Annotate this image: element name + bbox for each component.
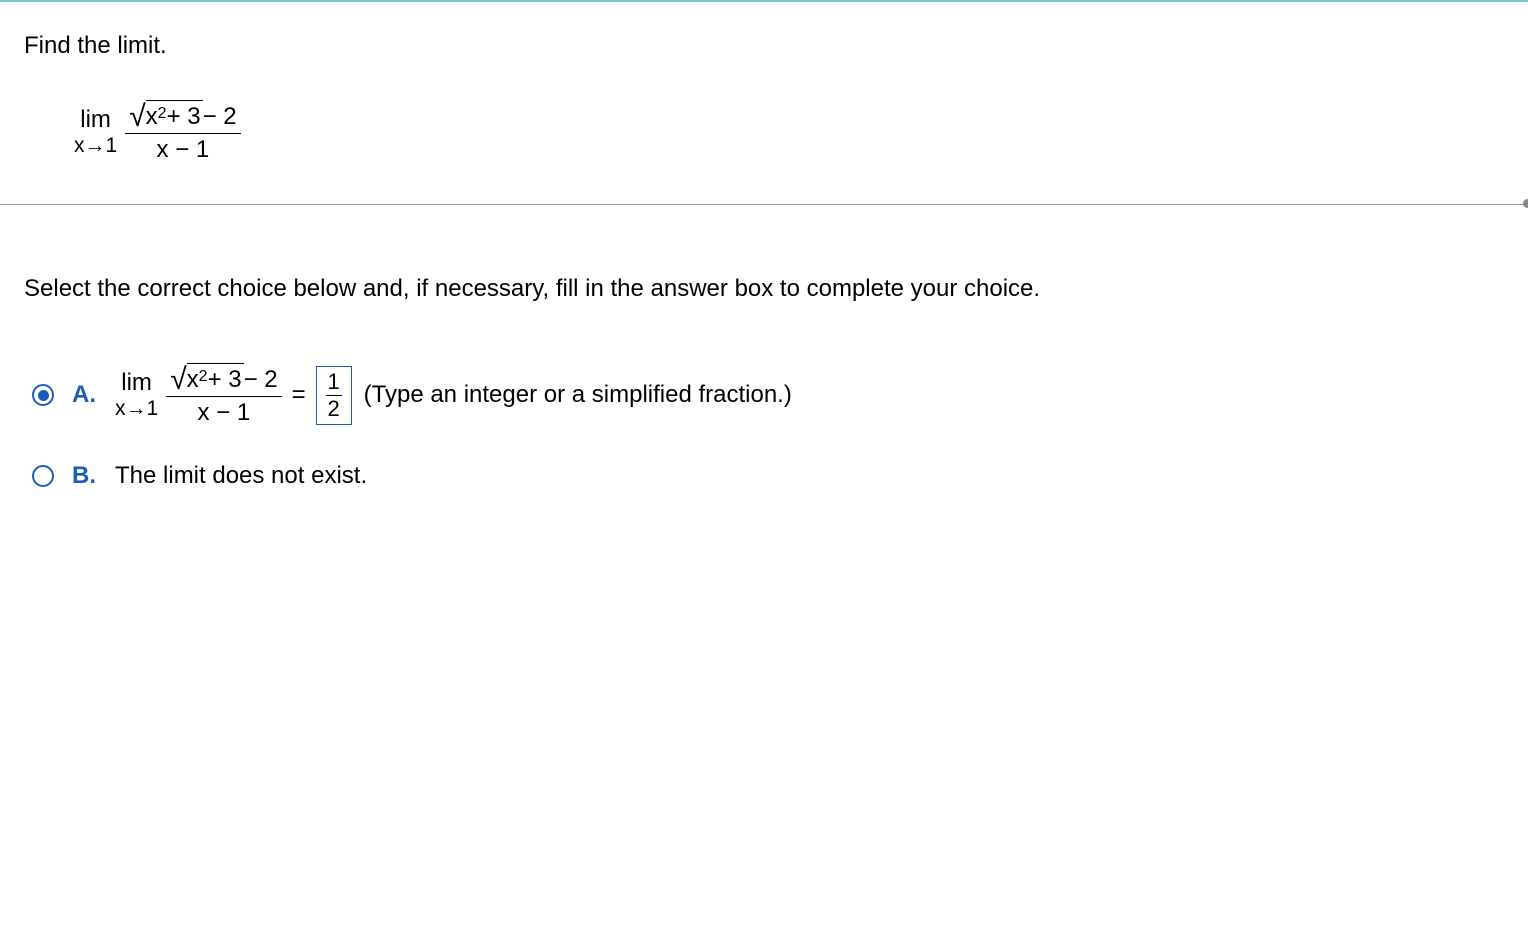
- limit-expression: lim x→1 √ x2 + 3 − 2 x − 1: [74, 100, 241, 164]
- choice-a-lim-approach: x→1: [115, 397, 158, 420]
- choice-a-sqrt-exp: 2: [199, 368, 208, 386]
- choice-a-lim-text: lim: [121, 370, 152, 396]
- sqrt-tail: + 3: [167, 103, 201, 131]
- sqrt-sign: √: [129, 102, 145, 133]
- answer-area: Select the correct choice below and, if …: [0, 205, 1528, 555]
- choice-a-denominator: x − 1: [194, 397, 255, 427]
- limit-operator: lim x→1: [74, 107, 117, 156]
- choices-group: A. lim x→1 √ x2 + 3: [32, 363, 1504, 490]
- sqrt-exponent: 2: [158, 105, 167, 123]
- sqrt-content: x2 + 3: [146, 100, 203, 131]
- answer-hint: (Type an integer or a simplified fractio…: [364, 381, 792, 409]
- radio-choice-b[interactable]: [32, 465, 54, 487]
- numerator-tail: − 2: [203, 103, 237, 131]
- section-divider: [0, 204, 1528, 205]
- choice-a-fraction: √ x2 + 3 − 2 x − 1: [166, 363, 281, 427]
- limit-fraction: √ x2 + 3 − 2 x − 1: [125, 100, 240, 164]
- choice-a-sqrt-sign: √: [170, 365, 186, 396]
- choice-a-sqrt-tail: + 3: [208, 366, 242, 394]
- choice-a-num-tail: − 2: [244, 366, 278, 394]
- question-prompt: Find the limit.: [24, 32, 1504, 60]
- answer-numerator: 1: [328, 371, 340, 395]
- choice-a-content: lim x→1 √ x2 + 3 − 2: [115, 363, 792, 427]
- answer-denominator: 2: [328, 396, 340, 420]
- choice-a-sqrt-content: x2 + 3: [187, 363, 244, 394]
- instruction-text: Select the correct choice below and, if …: [24, 275, 1504, 303]
- choice-b-label: B.: [72, 462, 97, 490]
- divider-handle[interactable]: [1523, 199, 1528, 208]
- sqrt-expression: √ x2 + 3: [129, 100, 202, 131]
- answer-input-box[interactable]: 1 2: [316, 366, 352, 425]
- answer-fraction: 1 2: [326, 371, 342, 420]
- choice-a-limit: lim x→1 √ x2 + 3 − 2: [115, 363, 282, 427]
- choice-a-label: A.: [72, 381, 97, 409]
- equals-sign: =: [292, 381, 306, 409]
- choice-b-row: B. The limit does not exist.: [32, 462, 1504, 490]
- fraction-numerator: √ x2 + 3 − 2: [125, 100, 240, 133]
- lim-approach: x→1: [74, 134, 117, 157]
- choice-a-numerator: √ x2 + 3 − 2: [166, 363, 281, 396]
- choice-a-sqrt-base: x: [187, 366, 199, 394]
- choice-a-sqrt: √ x2 + 3: [170, 363, 243, 394]
- radio-choice-a[interactable]: [32, 384, 54, 406]
- choice-b-text: The limit does not exist.: [115, 462, 367, 490]
- question-area: Find the limit. lim x→1 √ x2 + 3 − 2 x −…: [0, 2, 1528, 204]
- lim-text: lim: [80, 107, 111, 133]
- divider-container: [0, 204, 1528, 205]
- choice-a-lim-operator: lim x→1: [115, 370, 158, 419]
- choice-a-row: A. lim x→1 √ x2 + 3: [32, 363, 1504, 427]
- fraction-denominator: x − 1: [153, 134, 214, 164]
- sqrt-base: x: [146, 103, 158, 131]
